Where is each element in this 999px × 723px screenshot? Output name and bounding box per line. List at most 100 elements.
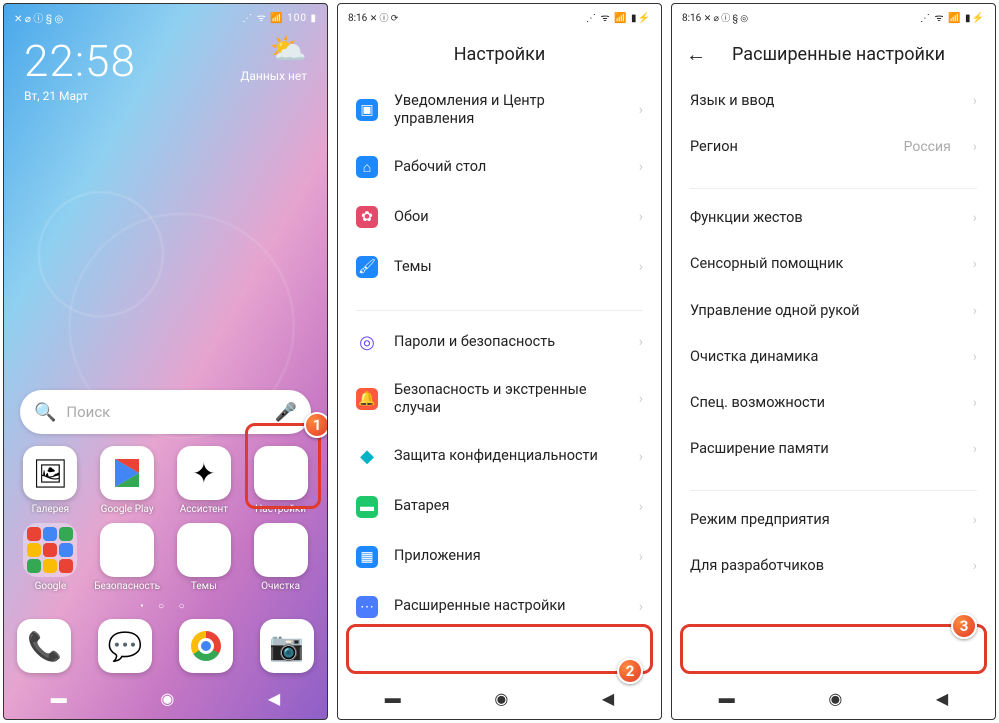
nav-home-icon[interactable]: ◉ [160,689,174,708]
settings-row[interactable]: ⋯Расширенные настройки› [338,582,661,632]
row-label: Обои [394,208,623,226]
chevron-right-icon: › [973,441,977,457]
chevron-right-icon: › [639,334,643,350]
row-icon: 🖌 [356,256,378,278]
chevron-right-icon: › [639,102,643,118]
chevron-right-icon: › [639,449,643,465]
app-icon: 💬 [98,619,152,673]
dock: 📞 💬 📷 [4,617,327,677]
weather-status: Данных нет [240,69,307,83]
row-label: Для разработчиков [690,557,957,575]
settings-row[interactable]: РегионРоссия› [672,124,995,170]
app-icon: 🗑 [254,523,308,577]
settings-row[interactable]: Спец. возможности› [672,380,995,426]
settings-row[interactable]: Функции жестов› [672,195,995,241]
status-right: ⋰ ᯤ 📶 ▮⚡ [920,10,985,24]
row-label: Язык и ввод [690,92,957,110]
row-icon: ✿ [356,206,378,228]
row-label: Управление одной рукой [690,302,957,320]
settings-row[interactable]: 🖌Темы› [338,242,661,292]
app-settings[interactable]: ⚙ Настройки [250,446,312,515]
row-label: Уведомления и Центр управления [394,92,623,128]
settings-row[interactable]: 🔔Безопасность и экстренные случаи› [338,367,661,431]
app-security[interactable]: ✓Безопасность [96,523,158,592]
nav-back-icon[interactable]: ◀ [268,689,280,708]
row-label: Регион [690,138,888,156]
row-label: Безопасность и экстренные случаи [394,381,623,417]
settings-row[interactable]: ◆ Защита конфиденциальности › [338,432,661,482]
search-bar[interactable]: 🔍 Поиск 🎤 [20,390,311,434]
mic-icon[interactable]: 🎤 [275,402,297,423]
row-label: Приложения [394,547,623,565]
row-icon: ▦ [356,546,378,568]
app-label: Настройки [255,504,306,515]
settings-row[interactable]: ⌂Рабочий стол› [338,142,661,192]
app-chrome[interactable] [175,619,237,673]
nav-recent-icon[interactable]: ▬ [719,688,735,708]
nav-back-icon[interactable]: ◀ [936,689,948,708]
annotation-badge-2: 2 [617,658,643,684]
chevron-right-icon: › [639,499,643,515]
settings-row[interactable]: ◎Пароли и безопасность› [338,317,661,367]
app-google-folder[interactable]: Google [19,523,81,592]
status-right: ⋰ ᯤ 📶 ▮⚡ [586,10,651,24]
app-icon: 🖼 [23,446,77,500]
settings-row[interactable]: ✿ Обои › [338,192,661,242]
settings-row[interactable]: Сенсорный помощник› [672,241,995,287]
app-label: Ассистент [180,504,228,515]
search-placeholder: Поиск [66,403,264,421]
row-icon: ◆ [356,446,378,468]
row-label: Пароли и безопасность [394,333,623,351]
chevron-right-icon: › [973,395,977,411]
app-label: Темы [191,581,217,592]
app-icon [23,523,77,577]
chevron-right-icon: › [639,209,643,225]
app-themes[interactable]: 🖌 Темы [173,523,235,592]
row-label: Сенсорный помощник [690,255,957,273]
app-icon [179,619,233,673]
settings-row[interactable]: ▦Приложения› [338,532,661,582]
app-assistant[interactable]: ✦ Ассистент [173,446,235,515]
advanced-title: Расширенные настройки [722,44,945,65]
app-google-play[interactable]: Google Play [96,446,158,515]
row-label: Защита конфиденциальности [394,447,623,465]
chevron-right-icon: › [639,159,643,175]
chevron-right-icon: › [973,558,977,574]
settings-row[interactable]: Для разработчиков › [672,543,995,589]
app-icon: ✦ [177,446,231,500]
app-icon: 📷 [260,619,314,673]
nav-home-icon[interactable]: ◉ [828,689,842,708]
nav-back-icon[interactable]: ◀ [602,689,614,708]
settings-row[interactable]: Управление одной рукой› [672,288,995,334]
back-icon[interactable]: ← [686,42,706,67]
app-phone[interactable]: 📞 [13,619,75,673]
status-bar: 8:16 ✕ ⌀ ⓘ § ◎ ⋰ ᯤ 📶 ▮⚡ [672,4,995,30]
app-gallery[interactable]: 🖼Галерея [19,446,81,515]
settings-row[interactable]: ▬Батарея› [338,482,661,532]
app-messages[interactable]: 💬 [94,619,156,673]
nav-recent-icon[interactable]: ▬ [51,688,67,708]
settings-row[interactable]: Язык и ввод› [672,78,995,124]
settings-row[interactable]: Очистка динамика› [672,334,995,380]
apps-row-1: 🖼Галерея Google Play ✦ Ассистент ⚙ Настройки [4,442,327,519]
row-label: Темы [394,258,623,276]
nav-recent-icon[interactable]: ▬ [385,688,401,708]
settings-row[interactable]: Расширение памяти› [672,426,995,472]
status-bar: ✕ ⌀ ⓘ § ◎ ⋰ ᯤ 📶 100 ▮ [4,4,327,30]
row-icon: ▣ [356,99,378,121]
settings-row[interactable]: ▣ Уведомления и Центр управления › [338,78,661,142]
app-icon: 🖌 [177,523,231,577]
row-icon: ⋯ [356,596,378,618]
nav-bar: ▬ ◉ ◀ [4,677,327,719]
settings-title: Настройки [454,44,546,65]
app-icon: ⚙ [254,446,308,500]
weather-icon: ⛅ [240,35,307,65]
nav-home-icon[interactable]: ◉ [494,689,508,708]
row-label: Очистка динамика [690,348,957,366]
app-label: Google Play [101,504,154,515]
settings-list: ▣Уведомления и Центр управления›⌂Рабочий… [338,78,661,677]
app-cleaner[interactable]: 🗑Очистка [250,523,312,592]
settings-row[interactable]: Режим предприятия› [672,497,995,543]
app-icon: ✓ [100,523,154,577]
app-camera[interactable]: 📷 [256,619,318,673]
